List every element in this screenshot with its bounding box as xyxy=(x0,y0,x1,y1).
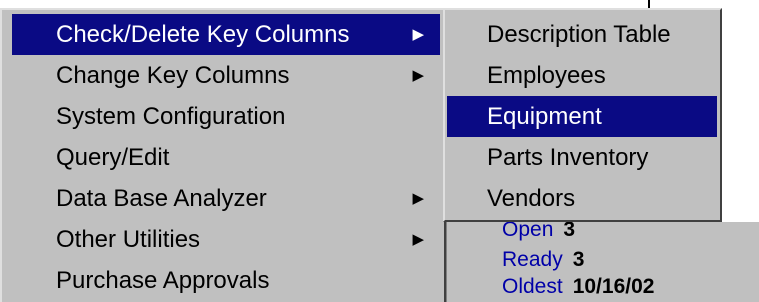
submenu-item-label: Description Table xyxy=(487,21,671,48)
submenu-arrow-icon: ▶ xyxy=(412,67,424,84)
status-label: Oldest xyxy=(502,275,563,298)
key-columns-submenu: Description Table Employees Equipment Pa… xyxy=(443,8,722,222)
menu-item-label: System Configuration xyxy=(56,103,286,130)
submenu-arrow-icon: ▶ xyxy=(412,190,424,207)
menu-item-label: Change Key Columns xyxy=(56,62,290,89)
menu-item-other-utilities[interactable]: Other Utilities ▶ xyxy=(12,219,440,260)
submenu-item-description-table[interactable]: Description Table xyxy=(447,14,717,55)
menu-item-change-key-columns[interactable]: Change Key Columns ▶ xyxy=(12,55,440,96)
menu-item-data-base-analyzer[interactable]: Data Base Analyzer ▶ xyxy=(12,178,440,219)
submenu-arrow-icon: ▶ xyxy=(412,231,424,248)
utilities-menu: Check/Delete Key Columns ▶ Change Key Co… xyxy=(0,8,446,302)
submenu-item-equipment[interactable]: Equipment xyxy=(447,96,717,137)
submenu-item-label: Vendors xyxy=(487,185,576,212)
menu-item-label: Purchase Approvals xyxy=(56,267,270,294)
menu-item-query-edit[interactable]: Query/Edit xyxy=(12,137,440,178)
submenu-item-label: Equipment xyxy=(487,103,602,130)
menu-item-label: Other Utilities xyxy=(56,226,201,253)
status-label: Ready xyxy=(502,248,563,271)
submenu-item-label: Parts Inventory xyxy=(487,144,649,171)
menu-item-check-delete-key-columns[interactable]: Check/Delete Key Columns ▶ xyxy=(12,14,440,55)
menu-item-system-configuration[interactable]: System Configuration xyxy=(12,96,440,137)
status-value: 10/16/02 xyxy=(572,275,655,298)
submenu-item-label: Employees xyxy=(487,62,606,89)
status-value: 3 xyxy=(572,248,585,271)
menu-item-label: Query/Edit xyxy=(56,144,170,171)
menu-item-label: Check/Delete Key Columns xyxy=(56,21,350,48)
submenu-item-vendors[interactable]: Vendors xyxy=(447,178,717,219)
status-row-oldest: Oldest 10/16/02 xyxy=(502,272,654,302)
submenu-arrow-icon: ▶ xyxy=(412,26,424,43)
submenu-item-parts-inventory[interactable]: Parts Inventory xyxy=(447,137,717,178)
menu-item-purchase-approvals[interactable]: Purchase Approvals xyxy=(12,260,440,301)
window-edge-line xyxy=(648,0,650,8)
submenu-item-employees[interactable]: Employees xyxy=(447,55,717,96)
menu-item-label: Data Base Analyzer xyxy=(56,185,267,212)
status-row-ready: Ready 3 xyxy=(502,245,584,275)
